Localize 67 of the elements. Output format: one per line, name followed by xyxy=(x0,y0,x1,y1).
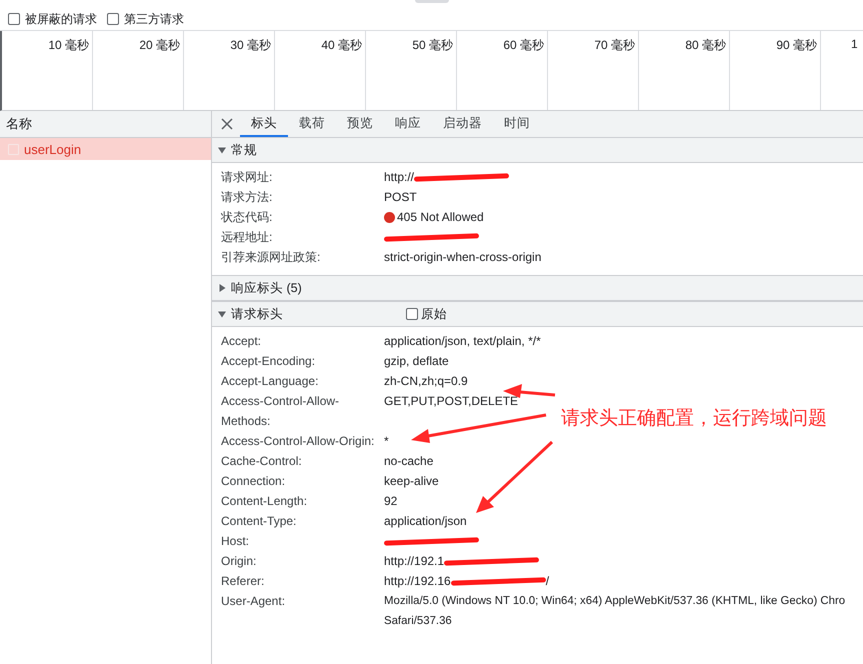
timeline-tick: 80 毫秒 xyxy=(685,37,726,54)
timeline-tick: 20 毫秒 xyxy=(139,37,180,54)
header-name: Origin: xyxy=(220,553,258,570)
header-value: 92 xyxy=(384,493,398,510)
header-value: no-cache xyxy=(384,453,434,470)
header-value: http://192.1 xyxy=(384,553,444,570)
header-value: / xyxy=(546,573,550,590)
checkbox-label: 原始 xyxy=(421,306,447,322)
close-icon[interactable] xyxy=(220,117,234,131)
timeline-tick: 50 毫秒 xyxy=(412,37,453,54)
section-header[interactable]: 常规 xyxy=(212,138,863,163)
header-value: strict-origin-when-cross-origin xyxy=(384,249,542,266)
header-name: Cache-Control: xyxy=(220,453,303,470)
timeline-tick: 1 xyxy=(851,37,858,51)
header-name: Access-Control-Allow-Methods: xyxy=(220,393,340,430)
timeline-tick: 30 毫秒 xyxy=(230,37,271,54)
section-header[interactable]: 请求标头 原始 xyxy=(212,301,863,327)
header-value: GET,PUT,POST,DELETE xyxy=(384,393,518,410)
annotation-text: 请求头正确配置，运行跨域问题 xyxy=(561,406,827,431)
tab[interactable]: 预览 xyxy=(336,111,384,137)
timeline-tick: 70 毫秒 xyxy=(594,37,635,54)
header-name: Accept-Encoding: xyxy=(220,353,316,370)
header-name: 请求网址: xyxy=(220,169,274,186)
expanded-triangle-icon xyxy=(218,310,226,318)
header-name: 引荐来源网址政策: xyxy=(220,249,322,266)
header-name: Accept-Language: xyxy=(220,373,320,390)
timeline-tick: 40 毫秒 xyxy=(321,37,362,54)
expanded-triangle-icon xyxy=(218,146,226,154)
collapsed-triangle-icon xyxy=(218,284,226,292)
checkbox[interactable] xyxy=(8,13,20,25)
header-value: Mozilla/5.0 (Windows NT 10.0; Win64; x64) AppleWebKit/537.36 (KHTML, like Gecko) Chro xyxy=(384,594,846,609)
header-value: 405 Not Allowed xyxy=(397,209,484,226)
header-value: http://192.16 xyxy=(384,573,451,590)
tab[interactable]: 响应 xyxy=(384,111,432,137)
timeline-tick: 10 毫秒 xyxy=(48,37,89,54)
header-name: Connection: xyxy=(220,473,286,490)
header-name: Access-Control-Allow-Origin: xyxy=(220,433,376,450)
header-value: Safari/537.36 xyxy=(384,614,453,629)
header-value: application/json, text/plain, */* xyxy=(384,333,541,350)
tab[interactable]: 启动器 xyxy=(432,111,493,137)
filter-label: 被屏蔽的请求 xyxy=(25,10,97,28)
section-header[interactable]: 响应标头 (5) xyxy=(212,275,863,301)
header-name: Referer: xyxy=(220,573,266,590)
timeline-tick: 60 毫秒 xyxy=(503,37,544,54)
checkbox[interactable] xyxy=(406,308,418,320)
header-value: POST xyxy=(384,189,417,206)
tab[interactable]: 载荷 xyxy=(288,111,336,137)
header-value: application/json xyxy=(384,513,467,530)
header-name: 远程地址: xyxy=(220,229,274,246)
header-value: http:// xyxy=(384,169,414,186)
header-value: * xyxy=(384,433,389,450)
filter-label: 第三方请求 xyxy=(124,10,184,28)
column-header: 名称 xyxy=(0,111,211,138)
tab[interactable]: 时间 xyxy=(493,111,541,137)
header-name: Accept: xyxy=(220,333,262,350)
checkbox[interactable] xyxy=(107,13,119,25)
annotation-arrow xyxy=(503,384,556,398)
header-name: 状态代码: xyxy=(220,209,274,226)
header-name: Content-Length: xyxy=(220,493,308,510)
header-name: Content-Type: xyxy=(220,513,298,530)
header-name: 请求方法: xyxy=(220,189,274,206)
timeline-tick: 90 毫秒 xyxy=(776,37,817,54)
header-name: User-Agent: xyxy=(220,593,286,610)
header-value: keep-alive xyxy=(384,473,439,490)
header-value: zh-CN,zh;q=0.9 xyxy=(384,373,468,390)
header-value: gzip, deflate xyxy=(384,353,449,370)
header-name: Host: xyxy=(220,533,250,550)
